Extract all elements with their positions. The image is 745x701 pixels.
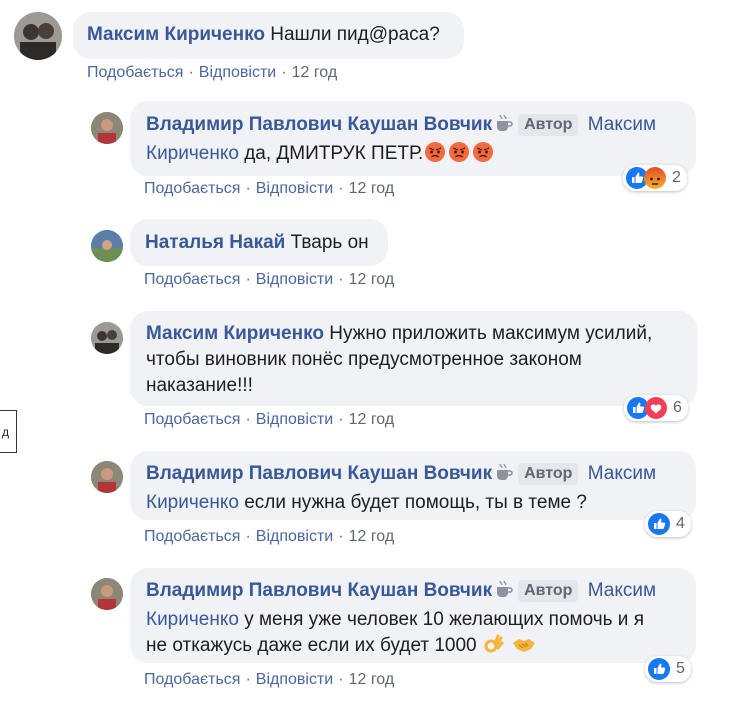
- angry-face-emoji: [424, 141, 494, 171]
- avatar[interactable]: [91, 578, 123, 610]
- reaction-count: 4: [676, 515, 685, 532]
- comment-bubble: Владимир Павлович Каушан Вовчик Автор Ма…: [130, 101, 696, 176]
- comment-author[interactable]: Максим Кириченко: [87, 24, 265, 45]
- comment-bubble: Максим Кириченко Нашли пид@раса?: [73, 12, 464, 59]
- separator: ·: [338, 528, 344, 545]
- comment-actions: Подобається · Відповісти · 12 год: [144, 528, 394, 546]
- comment-bubble: Наталья Накай Тварь он: [130, 219, 388, 266]
- separator: ·: [245, 528, 251, 545]
- comment-text: если нужна будет помощь, ты в теме ?: [244, 492, 587, 513]
- timestamp[interactable]: 12 год: [349, 271, 395, 288]
- reply-link[interactable]: Відповісти: [256, 271, 333, 288]
- reply-link[interactable]: Відповісти: [256, 180, 333, 197]
- timestamp[interactable]: 12 год: [349, 411, 395, 428]
- separator: ·: [338, 671, 344, 688]
- reaction-summary[interactable]: 4: [645, 511, 691, 537]
- separator: ·: [245, 271, 251, 288]
- author-badge: Автор: [518, 580, 579, 602]
- mention-link[interactable]: Максим: [588, 580, 656, 601]
- ok-hand-emoji: [483, 633, 505, 663]
- comment-text-line: чтобы виновник понёс предусмотренное зак…: [146, 349, 582, 370]
- avatar[interactable]: [91, 461, 123, 493]
- timestamp[interactable]: 12 год: [292, 64, 338, 81]
- like-link[interactable]: Подобається: [144, 528, 240, 545]
- author-badge: Автор: [518, 114, 579, 136]
- comment-bubble: Владимир Павлович Каушан Вовчик Автор Ма…: [130, 451, 696, 520]
- mention-link[interactable]: Кириченко: [146, 609, 239, 630]
- reply-link[interactable]: Відповісти: [256, 671, 333, 688]
- like-reaction-icon: [648, 658, 670, 680]
- comment-text: Тварь он: [290, 232, 369, 253]
- avatar[interactable]: [91, 322, 123, 354]
- comment-bubble: Владимир Павлович Каушан Вовчик Автор Ма…: [130, 568, 696, 663]
- comment-text-line: не откажусь даже если их будет 1000: [146, 635, 477, 656]
- angry-reaction-icon: [644, 167, 666, 189]
- avatar[interactable]: [91, 230, 123, 262]
- reaction-summary[interactable]: 2: [623, 165, 687, 191]
- separator: ·: [245, 411, 251, 428]
- coffee-cup-icon: [494, 462, 514, 490]
- reply-link[interactable]: Відповісти: [199, 64, 276, 81]
- like-link[interactable]: Подобається: [144, 180, 240, 197]
- love-reaction-icon: [645, 397, 667, 419]
- comment-actions: Подобається · Відповісти · 12 год: [144, 671, 394, 689]
- comment-text: Нашли пид@раса?: [270, 24, 440, 45]
- coffee-cup-icon: [494, 113, 514, 141]
- reaction-summary[interactable]: 6: [624, 395, 688, 421]
- avatar[interactable]: [14, 12, 62, 60]
- timestamp[interactable]: 12 год: [349, 671, 395, 688]
- like-reaction-icon: [648, 513, 670, 535]
- timestamp[interactable]: 12 год: [349, 180, 395, 197]
- comment-actions: Подобається · Відповісти · 12 год: [144, 180, 394, 198]
- comment-text-line: у меня уже человек 10 желающих помочь и …: [244, 609, 644, 630]
- separator: ·: [338, 271, 344, 288]
- separator: ·: [338, 180, 344, 197]
- comment-text-line: Нужно приложить максимум усилий,: [329, 323, 653, 344]
- coffee-cup-icon: [494, 579, 514, 607]
- handshake-emoji: [511, 633, 537, 663]
- reply-link[interactable]: Відповісти: [256, 528, 333, 545]
- comment-author[interactable]: Наталья Накай: [145, 232, 285, 253]
- comment-text-line: наказание!!!: [146, 375, 253, 396]
- reaction-count: 2: [672, 169, 681, 186]
- author-badge: Автор: [518, 463, 579, 485]
- timestamp[interactable]: 12 год: [349, 528, 395, 545]
- avatar[interactable]: [91, 112, 123, 144]
- comment-actions: Подобається · Відповісти · 12 год: [87, 64, 337, 82]
- like-link[interactable]: Подобається: [144, 411, 240, 428]
- comment-author[interactable]: Максим Кириченко: [146, 323, 324, 344]
- comment-author[interactable]: Владимир Павлович Каушан Вовчик: [146, 463, 492, 484]
- comment-author[interactable]: Владимир Павлович Каушан Вовчик: [146, 114, 492, 135]
- separator: ·: [188, 64, 194, 81]
- separator: ·: [338, 411, 344, 428]
- reply-link[interactable]: Відповісти: [256, 411, 333, 428]
- like-link[interactable]: Подобається: [87, 64, 183, 81]
- reaction-count: 5: [676, 660, 685, 677]
- separator: ·: [281, 64, 287, 81]
- left-edge-fragment: д: [0, 410, 17, 453]
- reaction-summary[interactable]: 5: [645, 656, 691, 682]
- reaction-count: 6: [673, 399, 682, 416]
- comment-actions: Подобається · Відповісти · 12 год: [144, 411, 394, 429]
- mention-link[interactable]: Кириченко: [146, 492, 239, 513]
- mention-link[interactable]: Максим: [588, 463, 656, 484]
- comment-actions: Подобається · Відповісти · 12 год: [144, 271, 394, 289]
- comment-text: да, ДМИТРУК ПЕТР.: [244, 143, 424, 164]
- comment-author[interactable]: Владимир Павлович Каушан Вовчик: [146, 580, 492, 601]
- like-link[interactable]: Подобається: [144, 271, 240, 288]
- comment-bubble: Максим Кириченко Нужно приложить максиму…: [130, 311, 697, 406]
- separator: ·: [245, 671, 251, 688]
- like-link[interactable]: Подобається: [144, 671, 240, 688]
- separator: ·: [245, 180, 251, 197]
